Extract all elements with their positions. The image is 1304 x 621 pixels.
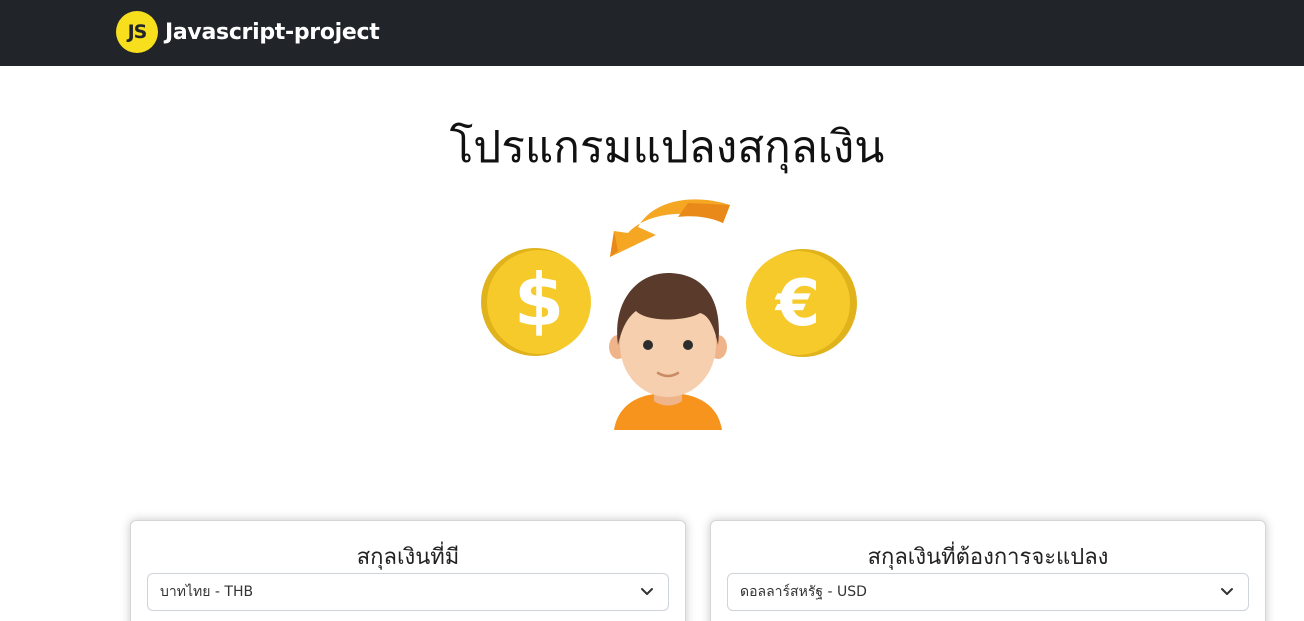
euro-coin-icon: € [746,249,857,357]
from-currency-label: สกุลเงินที่มี [356,545,460,570]
exchange-arrow-icon [610,199,730,257]
dollar-coin-icon: $ [481,248,591,356]
brand-name: Javascript-project [165,19,380,45]
to-currency-value: ดอลลาร์สหรัฐ - USD [740,584,867,600]
from-currency-select[interactable]: บาทไทย - THB [147,573,669,611]
currency-exchange-illustration: $ € [481,199,857,430]
person-icon [609,273,727,430]
from-currency-value: บาทไทย - THB [160,584,254,600]
page-title: โปรแกรมแปลงสกุลเงิน [449,122,885,173]
js-logo-icon: JS [116,11,158,53]
to-currency-select[interactable]: ดอลลาร์สหรัฐ - USD [727,573,1249,611]
chevron-down-icon [1221,588,1233,595]
chevron-down-icon [641,588,653,595]
brand-link[interactable]: JS Javascript-project [116,11,380,53]
navbar: JS Javascript-project [0,0,1304,66]
from-currency-card: สกุลเงินที่มี บาทไทย - THB [130,520,686,621]
svg-text:€: € [774,267,821,341]
svg-text:$: $ [514,258,564,342]
to-currency-card: สกุลเงินที่ต้องการจะแปลง ดอลลาร์สหรัฐ - … [710,520,1266,621]
to-currency-label: สกุลเงินที่ต้องการจะแปลง [867,545,1109,570]
